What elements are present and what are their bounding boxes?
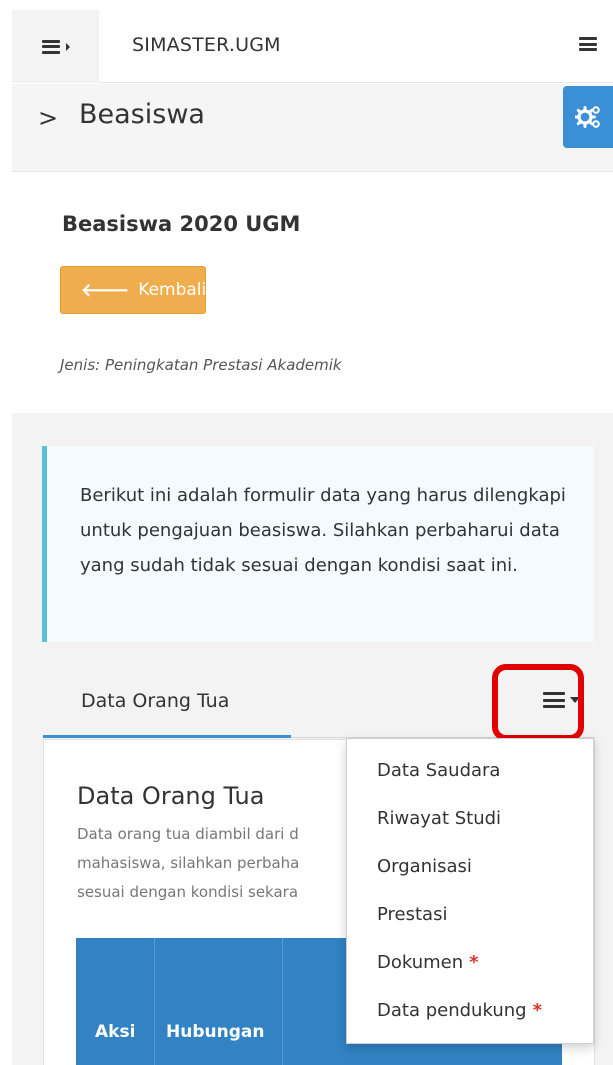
hamburger-icon bbox=[579, 37, 597, 51]
menu-item-label: Riwayat Studi bbox=[377, 808, 502, 829]
required-marker: * bbox=[532, 1000, 542, 1021]
main-menu-button[interactable] bbox=[579, 36, 597, 55]
info-callout: Berikut ini adalah formulir data yang ha… bbox=[42, 446, 594, 642]
caret-right-icon bbox=[65, 42, 70, 51]
column-divider bbox=[154, 938, 155, 1065]
app-brand[interactable]: SIMASTER.UGM bbox=[132, 34, 281, 56]
top-navbar: SIMASTER.UGM bbox=[12, 10, 613, 83]
scholarship-title: Beasiswa 2020 UGM bbox=[62, 212, 301, 236]
arrow-left-icon: 🡐 bbox=[81, 279, 130, 301]
menu-item-prestasi[interactable]: Prestasi bbox=[377, 904, 447, 925]
menu-item-data-pendukung[interactable]: Data pendukung * bbox=[377, 1000, 542, 1021]
back-button-label: Kembali bbox=[138, 280, 207, 300]
menu-item-label: Prestasi bbox=[377, 904, 448, 925]
menu-item-label: Dokumen bbox=[377, 952, 464, 973]
required-marker: * bbox=[469, 952, 479, 973]
back-button[interactable]: 🡐 Kembali bbox=[60, 266, 206, 314]
column-header-hubungan[interactable]: Hubungan bbox=[166, 1022, 264, 1042]
menu-item-organisasi[interactable]: Organisasi bbox=[377, 856, 472, 877]
card-title: Data Orang Tua bbox=[77, 782, 265, 810]
tab-dropdown-menu: Data Saudara Riwayat Studi Organisasi Pr… bbox=[346, 738, 594, 1044]
settings-button[interactable] bbox=[563, 86, 613, 148]
menu-item-riwayat-studi[interactable]: Riwayat Studi bbox=[377, 808, 501, 829]
sidebar-toggle-button[interactable] bbox=[12, 10, 99, 83]
info-text: Berikut ini adalah formulir data yang ha… bbox=[80, 485, 566, 576]
menu-item-data-saudara[interactable]: Data Saudara bbox=[377, 760, 500, 781]
menu-item-label: Data pendukung bbox=[377, 1000, 527, 1021]
menu-item-label: Organisasi bbox=[377, 856, 472, 877]
page-title: Beasiswa bbox=[79, 99, 205, 130]
column-divider bbox=[282, 938, 283, 1065]
menu-item-dokumen[interactable]: Dokumen * bbox=[377, 952, 479, 973]
column-header-aksi[interactable]: Aksi bbox=[95, 1022, 135, 1042]
gears-icon bbox=[575, 106, 600, 128]
hamburger-icon bbox=[41, 39, 60, 54]
tab-data-orang-tua[interactable]: Data Orang Tua bbox=[43, 670, 291, 738]
highlight-box bbox=[492, 664, 584, 741]
chevron-right-icon: > bbox=[38, 104, 59, 132]
scholarship-type: Jenis: Peningkatan Prestasi Akademik bbox=[60, 356, 342, 374]
breadcrumb: > Beasiswa bbox=[12, 84, 613, 172]
menu-item-label: Data Saudara bbox=[377, 760, 501, 781]
tab-label: Data Orang Tua bbox=[81, 690, 230, 712]
